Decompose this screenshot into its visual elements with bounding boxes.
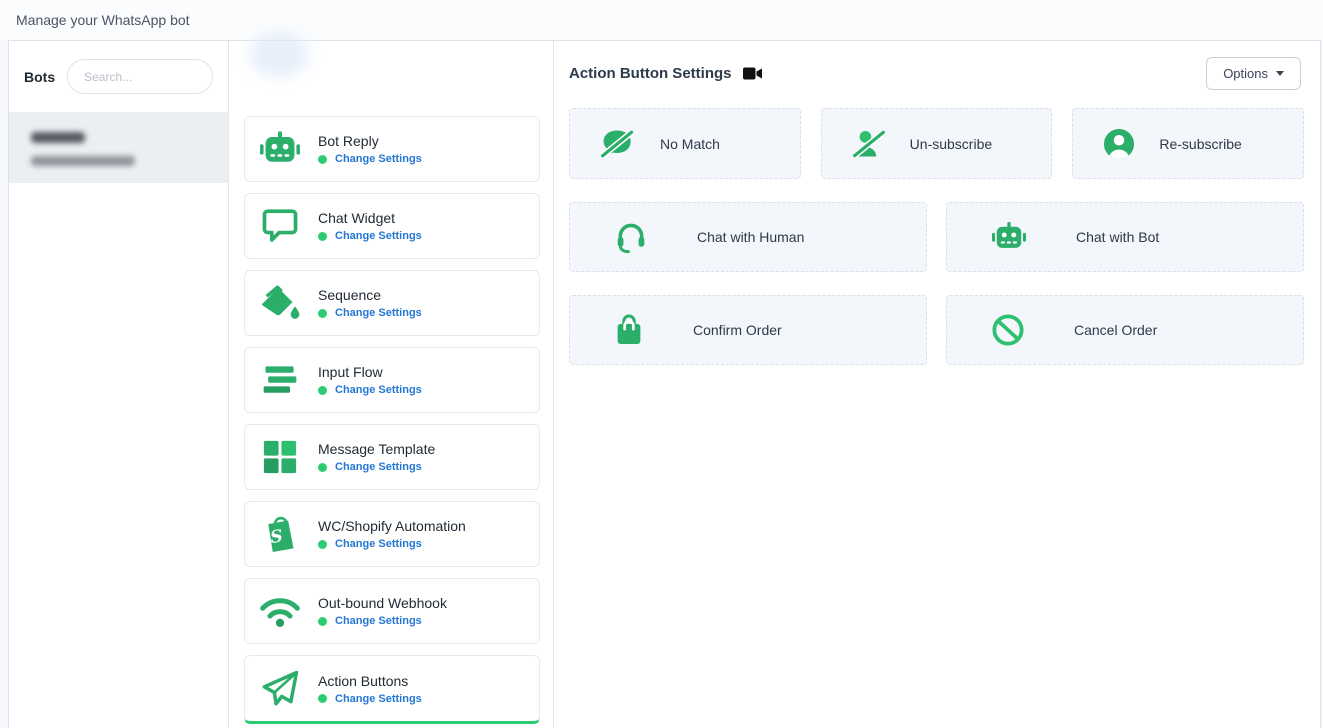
status-dot	[318, 694, 327, 703]
feature-title: Bot Reply	[318, 133, 422, 149]
change-settings-link[interactable]: Change Settings	[335, 461, 422, 473]
bots-label: Bots	[24, 69, 55, 85]
feature-card-action-buttons[interactable]: Action Buttons Change Settings	[244, 655, 540, 724]
change-settings-link[interactable]: Change Settings	[335, 384, 422, 396]
action-card-label: No Match	[660, 136, 720, 152]
feature-list: Bot Reply Change Settings Chat Widget Ch…	[244, 116, 540, 728]
bots-sidebar: Bots	[9, 41, 229, 728]
feature-title: Message Template	[318, 441, 435, 457]
status-dot	[318, 309, 327, 318]
options-button[interactable]: Options	[1206, 57, 1301, 90]
chat-bubble-icon	[258, 208, 302, 244]
action-card-chat-with-bot[interactable]: Chat with Bot	[946, 202, 1304, 272]
redacted-bot-number	[31, 156, 135, 166]
action-card-label: Chat with Human	[697, 229, 804, 245]
wifi-icon	[258, 594, 302, 628]
change-settings-link[interactable]: Change Settings	[335, 693, 422, 705]
status-dot	[318, 386, 327, 395]
change-settings-link[interactable]: Change Settings	[335, 615, 422, 627]
action-card-confirm-order[interactable]: Confirm Order	[569, 295, 927, 365]
feature-title: Input Flow	[318, 364, 422, 380]
status-dot	[318, 617, 327, 626]
action-cards-grid: No Match Un-subscribe Re-subscribe	[569, 108, 1304, 365]
bot-search-input[interactable]	[67, 59, 213, 94]
feature-title: Sequence	[318, 287, 422, 303]
change-settings-link[interactable]: Change Settings	[335, 153, 422, 165]
bot-list-item-selected[interactable]	[9, 113, 228, 183]
action-card-chat-with-human[interactable]: Chat with Human	[569, 202, 927, 272]
feature-title: WC/Shopify Automation	[318, 518, 466, 534]
feature-card-outbound-webhook[interactable]: Out-bound Webhook Change Settings	[244, 578, 540, 644]
paint-bucket-icon	[258, 284, 302, 322]
main-panel: Bots Bot Reply Change Settings	[8, 40, 1321, 728]
action-button-settings-panel: Action Button Settings Options No Match	[554, 41, 1320, 728]
headset-icon	[615, 220, 647, 254]
action-card-un-subscribe[interactable]: Un-subscribe	[821, 108, 1053, 179]
action-card-re-subscribe[interactable]: Re-subscribe	[1072, 108, 1304, 179]
paper-plane-icon	[258, 669, 302, 709]
feature-card-sequence[interactable]: Sequence Change Settings	[244, 270, 540, 336]
ban-icon	[992, 314, 1024, 346]
change-settings-link[interactable]: Change Settings	[335, 538, 422, 550]
status-dot	[318, 463, 327, 472]
feature-card-bot-reply[interactable]: Bot Reply Change Settings	[244, 116, 540, 182]
sidebar-header: Bots	[9, 41, 228, 113]
feature-card-wc-shopify[interactable]: S WC/Shopify Automation Change Settings	[244, 501, 540, 567]
shopping-bag-icon	[615, 314, 643, 346]
status-dot	[318, 155, 327, 164]
grid-icon	[258, 439, 302, 475]
user-circle-icon	[1103, 128, 1135, 160]
change-settings-link[interactable]: Change Settings	[335, 230, 422, 242]
features-column: Bot Reply Change Settings Chat Widget Ch…	[229, 41, 554, 728]
change-settings-link[interactable]: Change Settings	[335, 307, 422, 319]
feature-card-message-template[interactable]: Message Template Change Settings	[244, 424, 540, 490]
feature-title: Out-bound Webhook	[318, 595, 447, 611]
feature-card-input-flow[interactable]: Input Flow Change Settings	[244, 347, 540, 413]
top-bar: Manage your WhatsApp bot	[0, 0, 1323, 40]
robot-icon	[258, 131, 302, 167]
action-card-label: Re-subscribe	[1159, 136, 1241, 152]
options-button-label: Options	[1223, 66, 1268, 81]
feature-title: Chat Widget	[318, 210, 422, 226]
action-card-label: Chat with Bot	[1076, 229, 1159, 245]
feature-card-chat-widget[interactable]: Chat Widget Change Settings	[244, 193, 540, 259]
action-card-label: Confirm Order	[693, 322, 782, 338]
content-title: Action Button Settings	[569, 65, 731, 82]
comment-slash-icon	[600, 128, 636, 160]
video-camera-icon[interactable]	[743, 66, 762, 81]
robot-icon	[992, 222, 1026, 252]
blurred-avatar-blob	[249, 33, 309, 77]
action-card-no-match[interactable]: No Match	[569, 108, 801, 179]
feature-title: Action Buttons	[318, 673, 422, 689]
action-card-label: Cancel Order	[1074, 322, 1157, 338]
action-card-label: Un-subscribe	[910, 136, 992, 152]
page-title: Manage your WhatsApp bot	[16, 12, 190, 28]
content-header: Action Button Settings	[554, 41, 1320, 82]
redacted-bot-name	[31, 132, 85, 143]
user-slash-icon	[852, 128, 886, 160]
shopify-bag-icon: S	[258, 514, 302, 554]
bars-icon	[258, 364, 302, 396]
status-dot	[318, 232, 327, 241]
status-dot	[318, 540, 327, 549]
action-card-cancel-order[interactable]: Cancel Order	[946, 295, 1304, 365]
chevron-down-icon	[1276, 71, 1284, 76]
